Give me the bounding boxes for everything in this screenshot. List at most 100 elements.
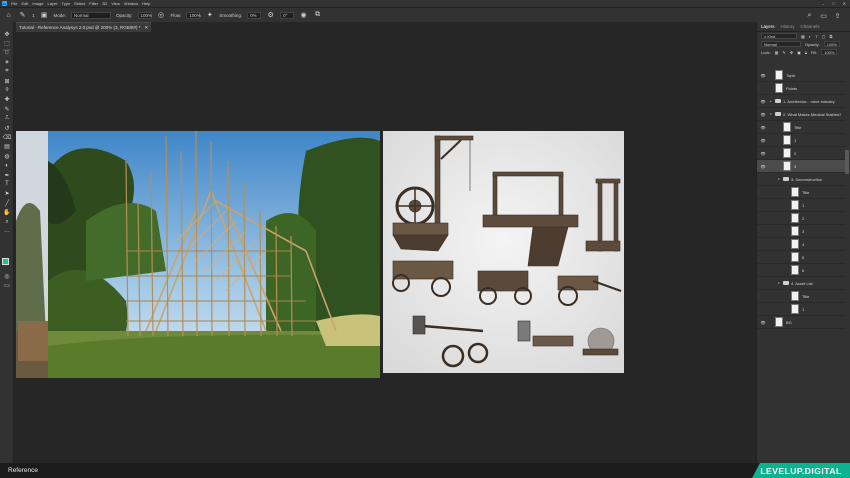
lock-artboard-icon[interactable]: ▣: [797, 50, 801, 55]
airbrush-icon[interactable]: ✦: [205, 11, 214, 20]
lock-pixels-icon[interactable]: ▦: [775, 50, 779, 55]
dodge-tool-icon[interactable]: ◐: [3, 162, 11, 170]
layer-row[interactable]: 1: [757, 303, 845, 316]
smoothing-settings-icon[interactable]: ⚙: [266, 11, 275, 20]
layer-group-row[interactable]: 👁︎ ▾ 2. What Makes Medical Stables?: [757, 108, 845, 121]
chevron-right-icon[interactable]: ▸: [770, 99, 772, 103]
share-icon[interactable]: ⇪: [833, 11, 842, 20]
visibility-eye-icon[interactable]: 👁︎: [760, 164, 766, 169]
menu-item-view[interactable]: View: [111, 1, 120, 6]
smoothing-field[interactable]: 0%: [247, 11, 262, 19]
brush-settings-icon[interactable]: ▣: [40, 11, 49, 20]
blur-tool-icon[interactable]: ◍: [3, 152, 11, 160]
visibility-eye-icon[interactable]: 👁︎: [760, 99, 766, 104]
lock-all-icon[interactable]: 🔒︎: [805, 50, 807, 55]
layer-group-row[interactable]: ▾ 3. Deconstruction: [757, 173, 845, 186]
layer-fill-field[interactable]: 100%: [821, 49, 838, 55]
eraser-tool-icon[interactable]: ⌫: [3, 133, 11, 141]
panel-tab-layers[interactable]: Layers: [761, 24, 775, 29]
layer-filter-select[interactable]: ⌕ Kind: [761, 33, 797, 39]
maximize-icon[interactable]: □: [832, 1, 834, 6]
foreground-color-swatch[interactable]: [2, 258, 9, 265]
pressure-size-icon[interactable]: ◉: [299, 11, 308, 20]
eyedropper-tool-icon[interactable]: ⌽: [3, 86, 11, 94]
layer-row[interactable]: 4: [757, 238, 845, 251]
gradient-tool-icon[interactable]: ▤: [3, 143, 11, 151]
frame-tool-icon[interactable]: ⊠: [3, 77, 11, 85]
menu-item-select[interactable]: Select: [74, 1, 85, 6]
layer-row[interactable]: 1: [757, 199, 845, 212]
menu-item-help[interactable]: Help: [142, 1, 150, 6]
visibility-eye-icon[interactable]: 👁︎: [760, 73, 766, 78]
symmetry-icon[interactable]: ⧉: [313, 11, 322, 20]
type-tool-icon[interactable]: T: [3, 180, 11, 188]
photoshop-logo-icon[interactable]: Ps: [2, 1, 7, 6]
chevron-down-icon[interactable]: ▾: [778, 177, 780, 181]
layer-row[interactable]: 6: [757, 264, 845, 277]
crop-tool-icon[interactable]: ⌗: [3, 68, 11, 76]
menu-item-type[interactable]: Type: [62, 1, 71, 6]
pressure-opacity-icon[interactable]: ◎: [157, 11, 166, 20]
workspace-icon[interactable]: ▭: [819, 11, 828, 20]
home-icon[interactable]: ⌂: [4, 11, 13, 20]
menu-item-filter[interactable]: Filter: [89, 1, 98, 6]
blend-mode-select[interactable]: Normal: [761, 41, 801, 47]
layers-scrollbar[interactable]: [845, 150, 849, 174]
brush-tool-icon[interactable]: ✎: [18, 11, 27, 20]
brush-size[interactable]: 1: [32, 13, 35, 18]
minimize-icon[interactable]: –: [822, 1, 824, 6]
layer-group-row[interactable]: 👁︎ ▸ 1. Architectur... ment Industry: [757, 95, 845, 108]
layer-row[interactable]: 👁︎ 3: [757, 160, 845, 173]
chevron-down-icon[interactable]: ▾: [778, 281, 780, 285]
filter-smart-icon[interactable]: ⧉: [829, 34, 832, 39]
mode-select[interactable]: Normal: [71, 11, 112, 19]
layer-row[interactable]: 👁︎ 2: [757, 147, 845, 160]
flow-field[interactable]: 100%: [186, 11, 201, 19]
history-brush-tool-icon[interactable]: ↺: [3, 124, 11, 132]
visibility-eye-icon[interactable]: 👁︎: [760, 112, 766, 117]
layer-row[interactable]: Title: [757, 186, 845, 199]
filter-pixel-icon[interactable]: ▦: [801, 34, 805, 39]
healing-brush-tool-icon[interactable]: ✚: [3, 96, 11, 104]
filter-shape-icon[interactable]: ▢: [822, 34, 826, 39]
document-canvas[interactable]: [14, 32, 756, 463]
marquee-tool-icon[interactable]: ⬚: [3, 39, 11, 47]
magic-wand-tool-icon[interactable]: ✶: [3, 58, 11, 66]
panel-tab-history[interactable]: History: [781, 24, 795, 29]
menu-item-window[interactable]: Window: [124, 1, 138, 6]
visibility-eye-icon[interactable]: 👁︎: [760, 151, 766, 156]
close-tab-icon[interactable]: ✕: [144, 25, 148, 31]
menu-item-edit[interactable]: Edit: [21, 1, 28, 6]
zoom-tool-icon[interactable]: ⌕: [3, 218, 11, 226]
lock-move-icon[interactable]: ✥: [790, 50, 793, 55]
visibility-eye-icon[interactable]: 👁︎: [760, 125, 766, 130]
search-icon[interactable]: ⌕: [805, 11, 814, 20]
filter-type-icon[interactable]: T: [815, 34, 817, 39]
path-selection-tool-icon[interactable]: ➤: [3, 190, 11, 198]
menu-item-layer[interactable]: Layer: [47, 1, 57, 6]
layer-row[interactable]: Points: [757, 82, 845, 95]
lasso-tool-icon[interactable]: ➰: [3, 49, 11, 57]
layer-row[interactable]: Title: [757, 290, 845, 303]
clone-stamp-tool-icon[interactable]: ⎍: [3, 115, 11, 123]
screen-mode-icon[interactable]: ▭: [3, 281, 11, 289]
menu-item-image[interactable]: Image: [32, 1, 43, 6]
layer-opacity-field[interactable]: 100%: [823, 41, 840, 47]
layer-row[interactable]: 5: [757, 251, 845, 264]
layer-row[interactable]: 👁︎ BG: [757, 316, 845, 329]
layer-row[interactable]: 2: [757, 212, 845, 225]
line-tool-icon[interactable]: ╱: [3, 199, 11, 207]
layer-row[interactable]: 👁︎ Topic: [757, 69, 845, 82]
more-tools-icon[interactable]: …: [3, 227, 11, 235]
panel-tab-channels[interactable]: Channels: [801, 24, 820, 29]
pen-tool-icon[interactable]: ✒: [3, 171, 11, 179]
angle-field[interactable]: 0°: [280, 11, 295, 19]
document-tab[interactable]: Tutorial - Reference Analysys 2.0.psd @ …: [16, 22, 152, 32]
visibility-eye-icon[interactable]: 👁︎: [760, 320, 766, 325]
opacity-field[interactable]: 100%: [137, 11, 152, 19]
move-tool-icon[interactable]: ✥: [3, 30, 11, 38]
hand-tool-icon[interactable]: ✋: [3, 209, 11, 217]
menu-item-file[interactable]: File: [11, 1, 17, 6]
menu-item-3d[interactable]: 3D: [102, 1, 107, 6]
chevron-down-icon[interactable]: ▾: [770, 112, 772, 116]
